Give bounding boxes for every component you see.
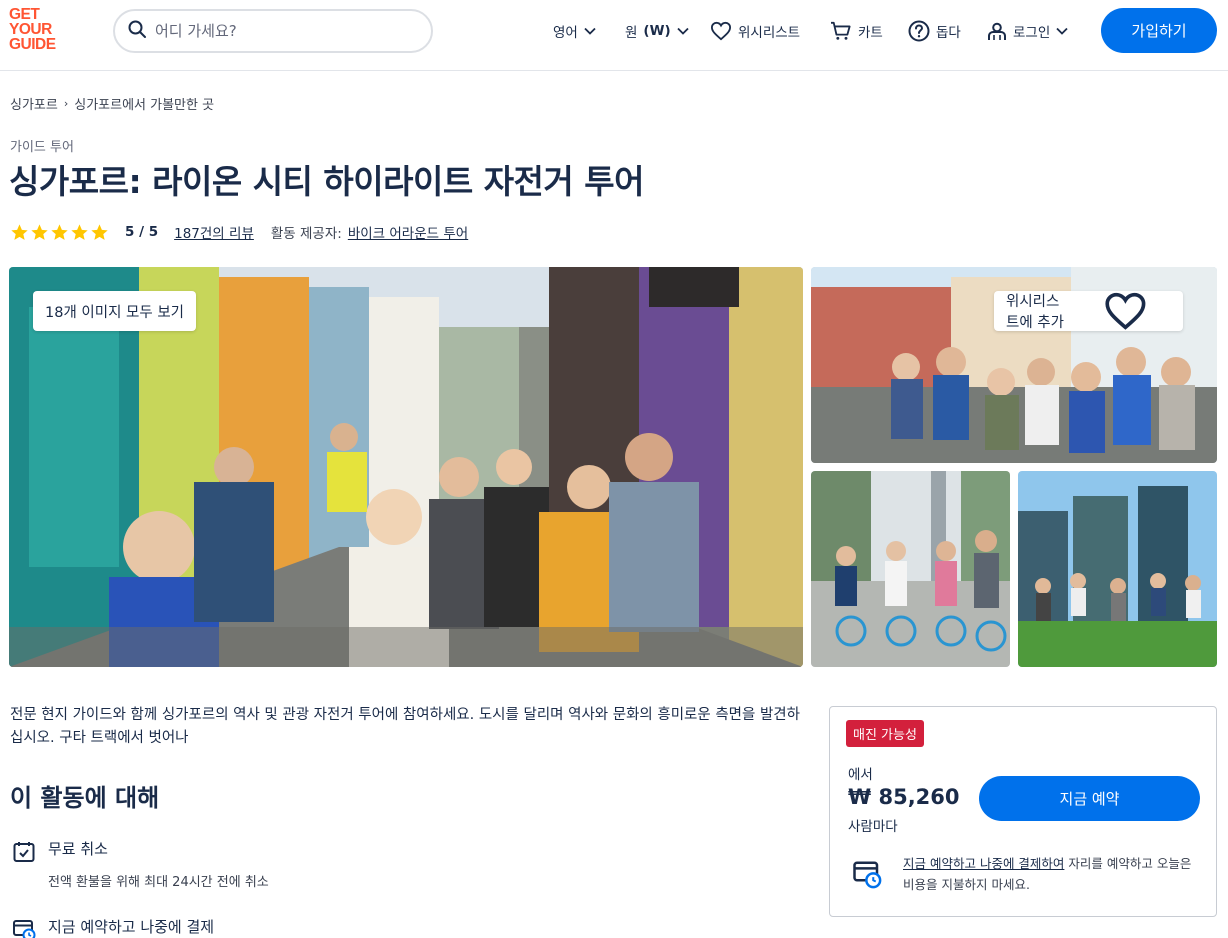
search-input[interactable] [155, 22, 395, 40]
feature-reserve-now-pay-later: 지금 예약하고 나중에 결제 [12, 916, 214, 938]
book-now-button[interactable]: 지금 예약 [979, 776, 1200, 821]
search-icon [127, 19, 147, 43]
chevron-down-icon [1056, 27, 1068, 35]
add-to-wishlist-button[interactable]: 위시리스트에 추가 [994, 291, 1184, 331]
heart-icon [1104, 292, 1145, 330]
feature-free-cancellation: 무료 취소 전액 환불을 위해 최대 24시간 전에 취소 [12, 838, 269, 890]
search-box[interactable] [113, 9, 433, 53]
login-label: 로그인 [1013, 25, 1051, 41]
gallery-photo-4[interactable] [1018, 471, 1217, 667]
feature-title: 무료 취소 [48, 840, 108, 858]
jumping-group-photo [1018, 471, 1217, 667]
signup-button[interactable]: 가입하기 [1101, 8, 1217, 53]
price-from-label: 에서 [848, 767, 873, 783]
chevron-down-icon [584, 27, 596, 35]
gallery-main-photo[interactable]: 18개 이미지 모두 보기 [9, 267, 803, 667]
language-selector[interactable]: 영어 [553, 18, 596, 44]
star-icon [31, 223, 48, 240]
star-icon [91, 223, 108, 240]
cart-icon [831, 21, 851, 40]
breadcrumb-item-singapore[interactable]: 싱가포르 [10, 94, 58, 113]
heart-icon [710, 21, 732, 41]
reserve-pay-later-link[interactable]: 지금 예약하고 나중에 결제하여 [903, 856, 1064, 871]
star-icon [71, 223, 88, 240]
breadcrumb-separator-icon: › [63, 97, 69, 110]
provider-link[interactable]: 바이크 어라운드 투어 [348, 222, 468, 242]
reviews-link[interactable]: 187건의 리뷰 [174, 222, 254, 242]
provider-label: 활동 제공자: [270, 226, 342, 242]
likely-to-sell-out-badge: 매진 가능성 [846, 720, 924, 747]
logo-line-3: GUIDE [9, 36, 56, 53]
logo-line-1: GET [9, 6, 40, 23]
supertree-bike-photo [811, 471, 1010, 667]
add-to-wishlist-label: 위시리스트에 추가 [1006, 294, 1064, 331]
booking-card: 매진 가능성 에서 ₩ 85,260 사람마다 지금 예약 지금 예약하고 나중… [829, 706, 1217, 917]
currency-code: (W) [643, 23, 671, 39]
help-icon [908, 20, 930, 42]
language-label: 영어 [553, 25, 578, 41]
gallery-photo-2[interactable]: 위시리스트에 추가 [811, 267, 1217, 463]
rating-score: 5 / 5 [125, 224, 159, 240]
site-header: GET YOUR GUIDE 영어 원 (W) 위시리스트 카트 돕다 로그인 … [0, 0, 1228, 71]
cart-link[interactable]: 카트 [830, 18, 883, 44]
view-all-images-label: 18개 이미지 모두 보기 [45, 304, 184, 321]
page-title: 싱가포르: 라이온 시티 하이라이트 자전거 투어 [9, 162, 644, 201]
star-icon [11, 223, 28, 240]
breadcrumb: 싱가포르 › 싱가포르에서 가볼만한 곳 [10, 94, 214, 113]
calendar-check-icon [13, 842, 35, 862]
reserve-pay-later-text: 지금 예약하고 나중에 결제하여 자리를 예약하고 오늘은 비용을 지불하지 마… [903, 853, 1195, 895]
card-clock-icon [13, 920, 36, 938]
help-link[interactable]: 돕다 [908, 18, 961, 44]
rating-row: 5 / 5 187건의 리뷰 활동 제공자: 바이크 어라운드 투어 [10, 221, 468, 243]
getyourguide-logo[interactable]: GET YOUR GUIDE [9, 7, 69, 55]
login-menu[interactable]: 로그인 [987, 18, 1068, 44]
chevron-down-icon [677, 27, 689, 35]
card-clock-icon [852, 859, 882, 893]
logo-line-2: YOUR [9, 21, 52, 38]
wishlist-link[interactable]: 위시리스트 [710, 18, 800, 44]
rating-stars [10, 223, 109, 242]
view-all-images-button[interactable]: 18개 이미지 모두 보기 [33, 291, 196, 331]
user-icon [988, 22, 1006, 40]
breadcrumb-item-things-to-do[interactable]: 싱가포르에서 가볼만한 곳 [74, 94, 214, 113]
price-per-person-label: 사람마다 [848, 819, 898, 835]
feature-title: 지금 예약하고 나중에 결제 [48, 918, 215, 936]
currency-label: 원 [625, 25, 638, 41]
price-value: ₩ 85,260 [848, 785, 960, 809]
feature-subtitle: 전액 환불을 위해 최대 24시간 전에 취소 [48, 875, 269, 890]
activity-category: 가이드 투어 [10, 140, 74, 155]
cart-label: 카트 [858, 25, 883, 41]
wishlist-label: 위시리스트 [738, 25, 801, 41]
gallery-photo-3[interactable] [811, 471, 1010, 667]
about-section-title: 이 활동에 대해 [10, 784, 160, 812]
star-icon [51, 223, 68, 240]
activity-description: 전문 현지 가이드와 함께 싱가포르의 역사 및 관광 자전거 투어에 참여하세… [10, 707, 800, 746]
currency-selector[interactable]: 원 (W) [625, 18, 689, 44]
help-label: 돕다 [936, 25, 961, 41]
